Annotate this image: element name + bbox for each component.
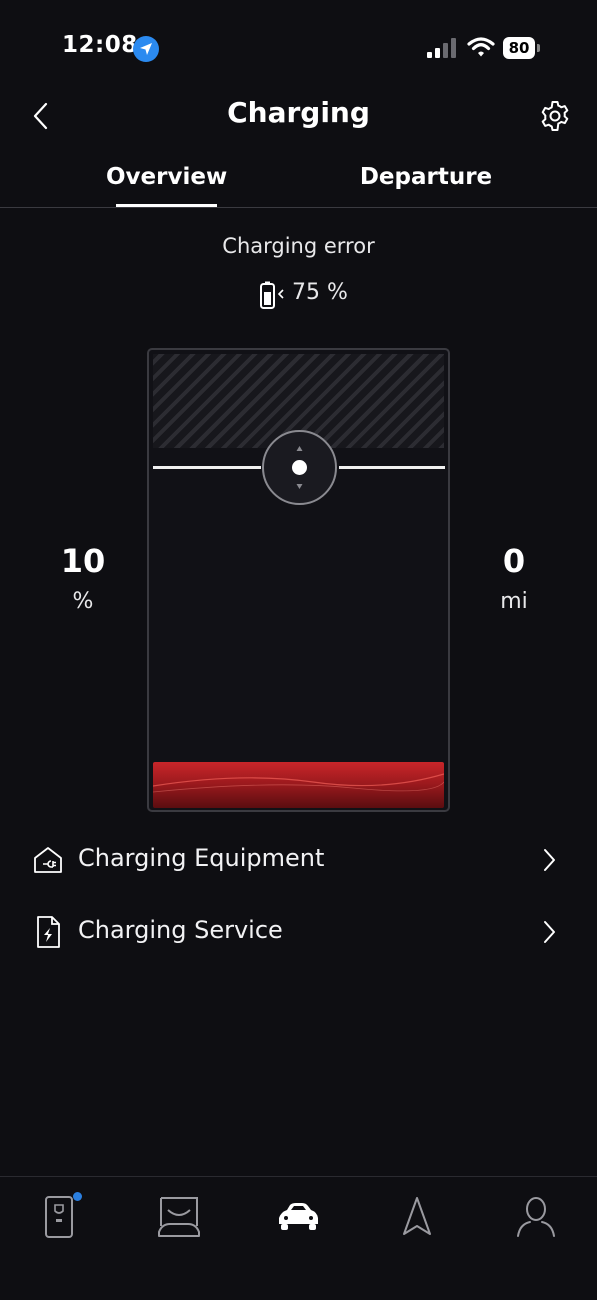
range-value: 0 xyxy=(502,542,526,580)
charging-status-text: Charging error xyxy=(222,234,375,258)
car-icon xyxy=(279,1203,318,1230)
status-time: 12:08 xyxy=(62,32,138,58)
nav-navigation[interactable] xyxy=(394,1194,440,1240)
navigation-arrow-icon xyxy=(403,1197,431,1235)
charge-level-wave xyxy=(153,773,444,793)
nav-car[interactable] xyxy=(275,1194,321,1240)
page-title: Charging xyxy=(227,96,370,129)
tab-divider xyxy=(0,207,597,208)
wifi-icon xyxy=(467,37,495,57)
bottom-nav-divider xyxy=(0,1176,597,1177)
charging-equipment-label: Charging Equipment xyxy=(78,844,325,872)
chevron-right-icon xyxy=(544,849,555,871)
range-unit: mi xyxy=(500,589,528,614)
nav-garage[interactable] xyxy=(156,1194,202,1240)
location-arrow-icon xyxy=(133,36,159,62)
charging-equipment-row[interactable]: Charging Equipment xyxy=(0,830,597,890)
charging-service-row[interactable]: Charging Service xyxy=(0,902,597,962)
target-charge-value: 10 xyxy=(60,542,106,580)
battery-status-icon: 80 xyxy=(503,37,541,59)
person-icon xyxy=(517,1197,555,1237)
slider-handle-icon xyxy=(292,446,307,489)
notification-dot xyxy=(73,1192,82,1201)
battery-status-value: 80 xyxy=(503,37,535,59)
charge-target-slider-handle[interactable] xyxy=(262,430,337,505)
chevron-right-icon xyxy=(544,921,555,943)
battery-tip xyxy=(537,44,540,52)
nav-car-key[interactable] xyxy=(38,1192,84,1240)
tab-departure[interactable]: Departure xyxy=(356,164,496,190)
target-line-left xyxy=(153,466,261,469)
charging-service-label: Charging Service xyxy=(78,916,283,944)
cellular-signal-icon xyxy=(427,38,456,58)
battery-percent: 75 % xyxy=(292,280,348,305)
gear-icon[interactable] xyxy=(538,99,572,133)
target-line-right xyxy=(339,466,445,469)
target-charge-unit: % xyxy=(72,589,94,614)
document-bolt-icon xyxy=(37,916,60,948)
nav-profile[interactable] xyxy=(513,1194,559,1240)
garage-icon xyxy=(158,1197,200,1237)
house-plug-icon xyxy=(34,847,62,873)
battery-charging-icon xyxy=(260,281,284,309)
tab-overview[interactable]: Overview xyxy=(106,164,227,190)
current-charge-level-bar xyxy=(153,762,444,808)
charge-gauge xyxy=(147,348,450,812)
